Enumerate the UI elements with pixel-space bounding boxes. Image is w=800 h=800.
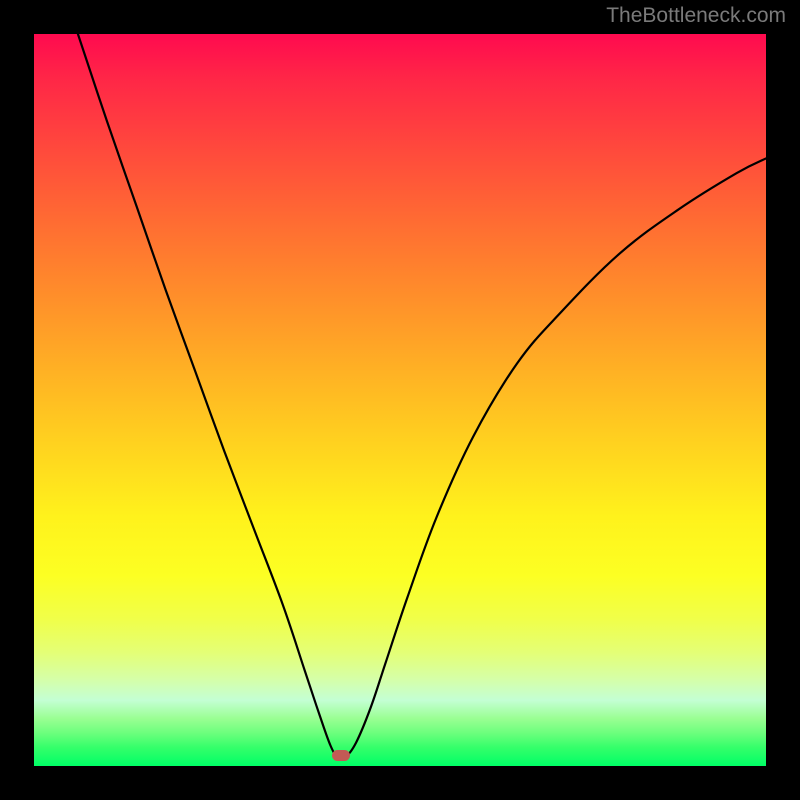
watermark-text: TheBottleneck.com: [606, 4, 786, 28]
minimum-marker: [332, 750, 350, 761]
chart-plot-area: [34, 34, 766, 766]
bottleneck-curve: [34, 34, 766, 766]
